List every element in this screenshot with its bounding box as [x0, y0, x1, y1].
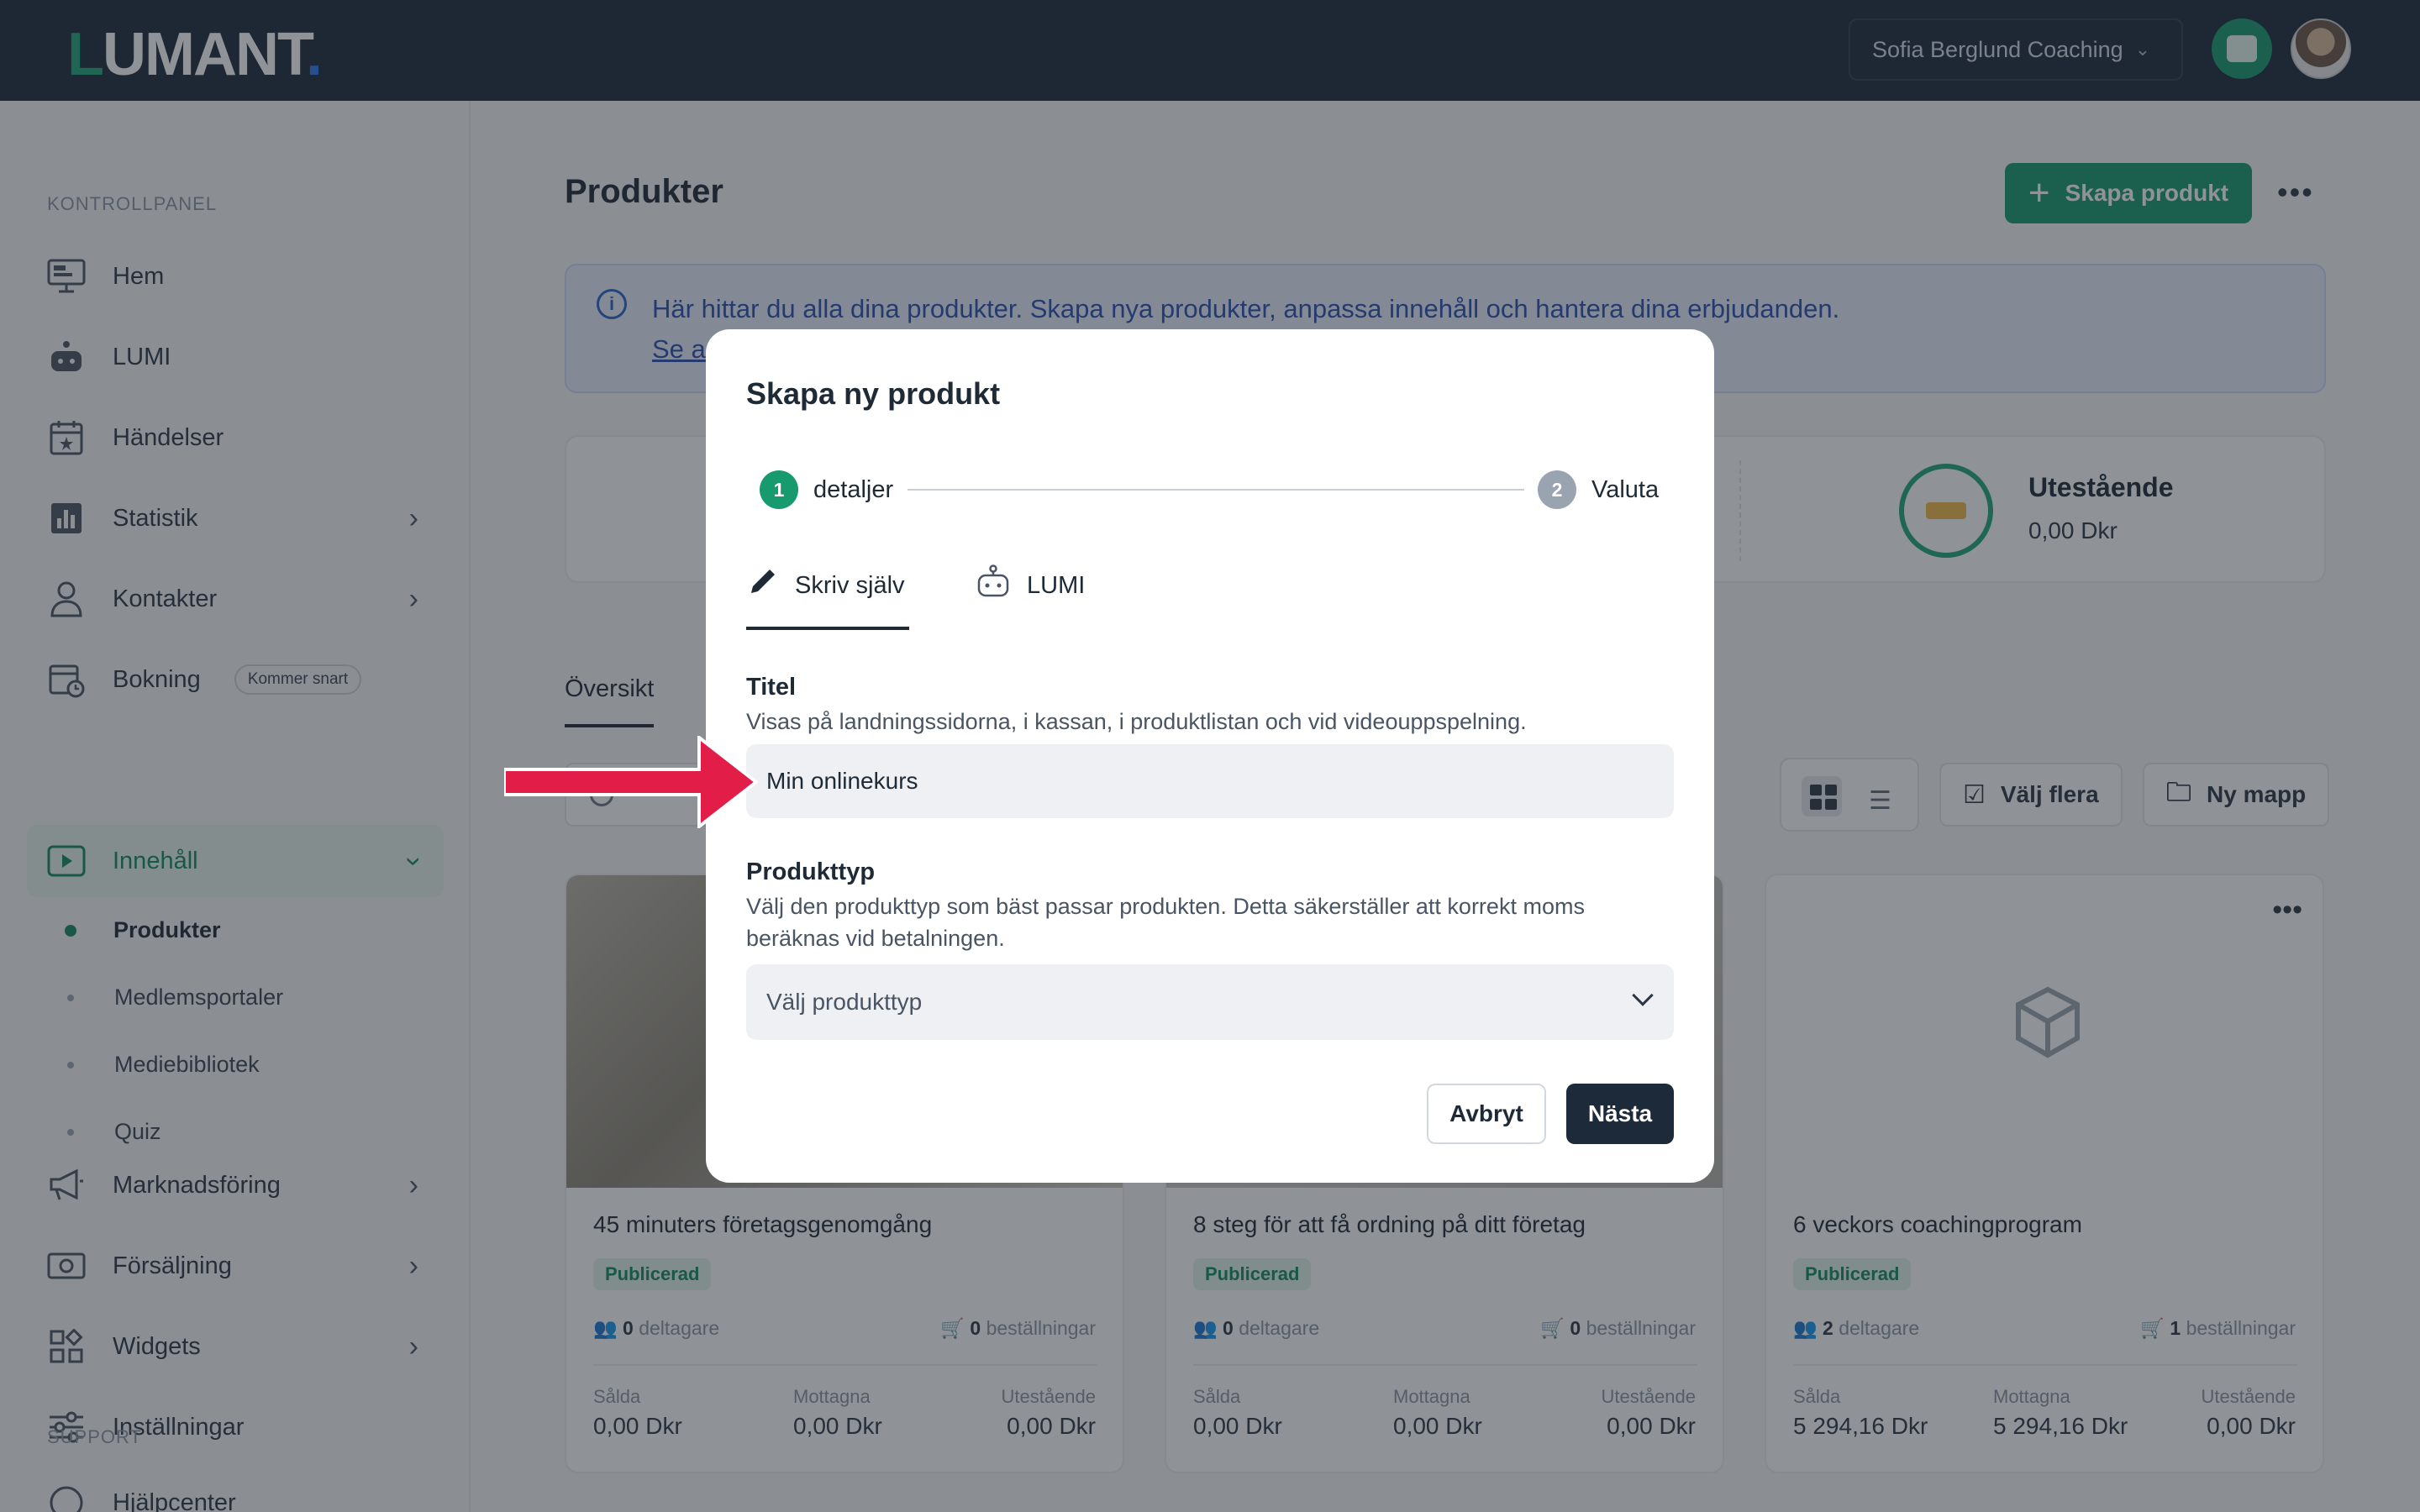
- tab-label: LUMI: [1027, 571, 1086, 599]
- next-button[interactable]: Nästa: [1566, 1084, 1674, 1144]
- tab-lumi[interactable]: LUMI: [975, 564, 1085, 606]
- step-label: detaljer: [813, 475, 894, 503]
- tab-write-yourself[interactable]: Skriv själv: [746, 564, 905, 606]
- step-details: 1 detaljer: [760, 470, 893, 509]
- product-type-help-text: Välj den produkttyp som bäst passar prod…: [746, 894, 1585, 951]
- product-type-select[interactable]: Välj produkttyp: [746, 964, 1674, 1040]
- tab-active-indicator: [746, 627, 909, 630]
- dialog-title: Skapa ny produkt: [746, 376, 1001, 411]
- step-number-active: 1: [760, 470, 798, 509]
- robot-icon: [975, 564, 1012, 606]
- title-input[interactable]: [746, 744, 1674, 818]
- title-help-text: Visas på landningssidorna, i kassan, i p…: [746, 709, 1527, 734]
- step-connector: [908, 489, 1524, 491]
- cancel-button[interactable]: Avbryt: [1427, 1084, 1546, 1144]
- product-type-placeholder: Välj produkttyp: [766, 989, 923, 1015]
- tab-label: Skriv själv: [795, 571, 905, 599]
- pencil-icon: [746, 564, 780, 606]
- step-number-inactive: 2: [1538, 470, 1576, 509]
- create-product-dialog: Skapa ny produkt 1 detaljer 2 Valuta Skr…: [706, 329, 1714, 1183]
- step-currency: 2 Valuta: [1538, 470, 1659, 509]
- step-label: Valuta: [1591, 475, 1660, 503]
- product-type-label: Produkttyp: [746, 858, 876, 885]
- title-label: Titel: [746, 674, 797, 701]
- chevron-down-icon: [1632, 984, 1654, 1006]
- annotation-arrow: [504, 736, 758, 828]
